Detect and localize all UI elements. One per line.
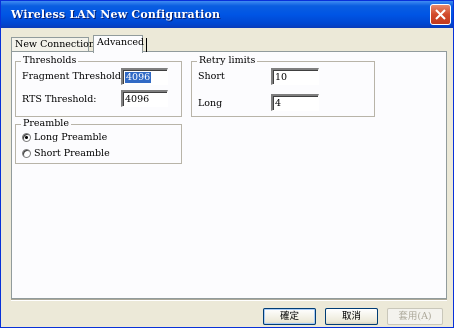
rts-threshold-input[interactable]: 4096 — [121, 90, 168, 107]
title-bar[interactable]: Wireless LAN New Configuration — [1, 1, 453, 28]
ok-button[interactable]: 確定 — [263, 308, 316, 325]
apply-button[interactable]: 套用(A) — [387, 308, 443, 325]
rts-threshold-value: 4096 — [125, 94, 150, 105]
retry-long-input[interactable]: 4 — [271, 94, 319, 111]
thresholds-legend: Thresholds — [21, 55, 79, 66]
radio-selected-dot — [25, 136, 28, 139]
fragment-threshold-input[interactable]: 4096 — [121, 68, 168, 85]
tab-label: Advanced — [97, 37, 145, 48]
cancel-button[interactable]: 取消 — [325, 308, 378, 325]
fragment-threshold-label: Fragment Threshold: — [22, 71, 125, 82]
long-preamble-label[interactable]: Long Preamble — [34, 132, 107, 143]
close-button[interactable] — [430, 4, 451, 25]
short-preamble-label[interactable]: Short Preamble — [34, 148, 110, 159]
rts-threshold-label: RTS Threshold: — [22, 94, 97, 105]
advanced-panel: Thresholds Fragment Threshold: 4096 RTS … — [11, 51, 447, 299]
retry-long-label: Long — [198, 98, 223, 109]
preamble-legend: Preamble — [21, 118, 71, 129]
short-preamble-radio[interactable] — [22, 149, 31, 158]
long-preamble-radio[interactable] — [22, 133, 31, 142]
footer-divider — [11, 299, 447, 301]
retry-limits-legend: Retry limits — [197, 55, 258, 66]
tab-advanced[interactable]: Advanced — [93, 35, 147, 53]
tab-label: New Connection — [15, 39, 95, 50]
fragment-threshold-value: 4096 — [125, 72, 152, 83]
retry-short-value: 10 — [275, 72, 288, 83]
window-title: Wireless LAN New Configuration — [11, 8, 221, 21]
close-icon — [435, 9, 446, 20]
tab-new-connection[interactable]: New Connection — [11, 37, 95, 51]
dialog-window: Wireless LAN New Configuration New Conne… — [0, 0, 454, 328]
retry-long-value: 4 — [275, 98, 282, 109]
retry-short-label: Short — [198, 71, 225, 82]
retry-short-input[interactable]: 10 — [271, 68, 319, 85]
